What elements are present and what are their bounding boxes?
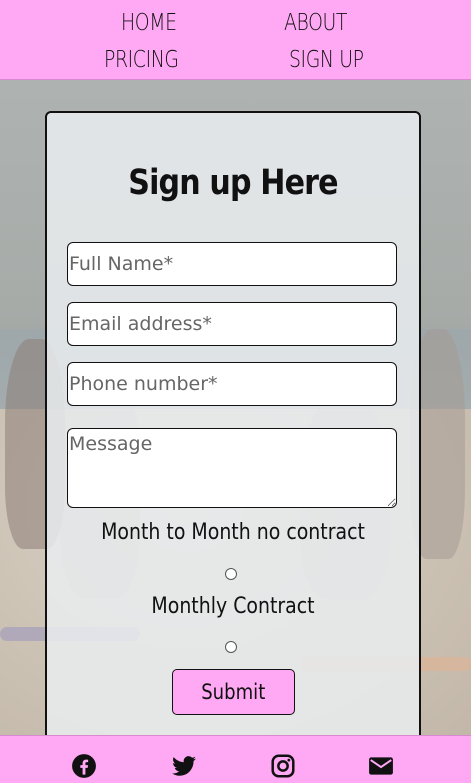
radio-monthly-contract[interactable]: [225, 641, 237, 653]
nav-link-sign-up[interactable]: SIGN UP: [289, 47, 364, 73]
message-textarea[interactable]: [67, 428, 397, 508]
submit-button-label: Submit: [201, 680, 266, 704]
top-navigation: HOME ABOUT PRICING SIGN UP: [0, 0, 471, 80]
nav-link-home[interactable]: HOME: [121, 10, 177, 36]
footer: [0, 735, 471, 783]
option-label-month-to-month: Month to Month no contract: [101, 520, 365, 545]
nav-link-about[interactable]: ABOUT: [284, 10, 347, 36]
form-title: Sign up Here: [128, 163, 338, 203]
instagram-icon[interactable]: [270, 753, 296, 779]
signup-form: Sign up Here Month to Month no contract …: [45, 111, 421, 755]
phone-input[interactable]: [67, 362, 397, 406]
nav-link-pricing[interactable]: PRICING: [104, 47, 179, 73]
envelope-icon[interactable]: [368, 753, 394, 779]
submit-button[interactable]: Submit: [172, 669, 295, 715]
radio-month-to-month[interactable]: [225, 568, 237, 580]
option-label-monthly-contract: Monthly Contract: [151, 594, 315, 619]
facebook-icon[interactable]: [71, 753, 97, 779]
twitter-icon[interactable]: [171, 753, 197, 779]
email-input[interactable]: [67, 302, 397, 346]
full-name-input[interactable]: [67, 242, 397, 286]
